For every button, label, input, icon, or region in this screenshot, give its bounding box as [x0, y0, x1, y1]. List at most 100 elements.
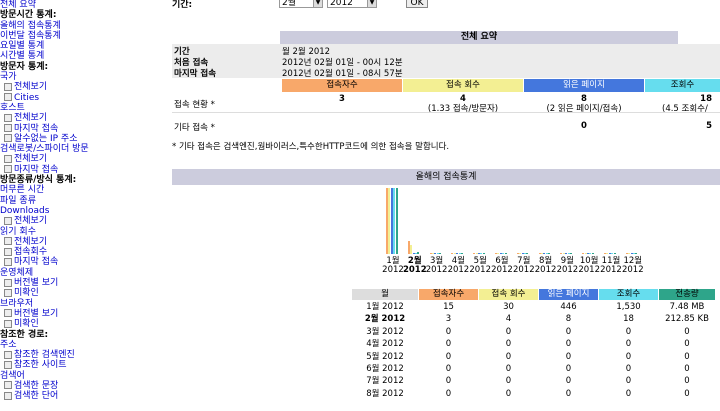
- page-icon: [4, 350, 12, 359]
- menu-item-label: 전체보기: [14, 236, 48, 247]
- table-cell: 18: [623, 314, 634, 325]
- menu-item-link[interactable]: 마지막 접속: [0, 124, 168, 134]
- menu-item-link[interactable]: 접속회수: [0, 247, 168, 257]
- menu-item-link[interactable]: 검색한 문장: [0, 381, 168, 391]
- menu-item-label: 검색한 문장: [14, 380, 59, 391]
- menu-item-label: 마지막 접속: [14, 123, 59, 134]
- menu-subheading: 검색로봇/스파이더 방문: [0, 144, 89, 155]
- menu-subheading: 브라우저: [0, 298, 34, 309]
- chevron-down-icon: ▼: [313, 0, 322, 7]
- month-label[interactable]: 12월 2012: [620, 257, 646, 275]
- menu-item-link[interactable]: 버전별 보기: [0, 309, 168, 319]
- menu-subheading: 호스트: [0, 102, 25, 113]
- month-year: 2012: [621, 265, 644, 275]
- yearly-title: 올해의 접속통계: [172, 169, 720, 185]
- table-cell: 0: [565, 339, 572, 350]
- table-cell: 0: [445, 339, 452, 350]
- menu-item-link[interactable]: 전체보기: [0, 82, 168, 92]
- menu-item-link[interactable]: 전체보기: [0, 216, 168, 226]
- page-icon: [4, 134, 12, 143]
- menu-link[interactable]: 전체 요약: [0, 0, 168, 10]
- page-icon: [4, 165, 12, 174]
- table-cell: 3: [445, 314, 452, 325]
- table-header-cell: 월: [352, 289, 418, 300]
- menu-item-link[interactable]: 전체보기: [0, 154, 168, 164]
- table-cell: 0: [505, 326, 512, 337]
- menu-item-link[interactable]: 미확인: [0, 288, 168, 298]
- year-select[interactable]: 2012 ▼: [327, 0, 377, 8]
- col-pages: 읽은 페이지: [524, 79, 644, 92]
- summary-footnote: * 기타 접속은 검색엔진,웜바이러스,특수한HTTP코드에 의한 접속을 말합…: [172, 142, 450, 152]
- table-cell: 0: [505, 351, 512, 362]
- page-icon: [4, 319, 12, 328]
- left-menu: 전체 요약 방문시간 통계: 올해의 접속통계 이번달 접속통계 요일별 통계 시간별 통…: [0, 0, 168, 411]
- page-icon: [4, 381, 12, 390]
- month-select[interactable]: 2월 ▼: [279, 0, 323, 8]
- menu-item-label: 버전별 보기: [14, 278, 59, 289]
- summary-last-row: 마지막 접속 2012년 02월 01일 - 08시 57분: [174, 69, 403, 79]
- table-cell: 0: [625, 388, 632, 399]
- page-icon: [4, 288, 12, 297]
- table-cell: 212.85 KB: [665, 314, 709, 325]
- bar-5-5: [482, 253, 485, 254]
- menu-link[interactable]: 시간별 통계: [0, 51, 168, 61]
- divider: [172, 112, 720, 113]
- col-visits: 접속 회수: [403, 79, 523, 92]
- table-cell: 5월 2012: [366, 351, 404, 362]
- menu-item-link[interactable]: 전체보기: [0, 113, 168, 123]
- page-icon: [4, 257, 12, 266]
- bar-3-5: [439, 253, 442, 254]
- table-cell: 6월 2012: [366, 364, 404, 374]
- menu-item-link[interactable]: 전체보기: [0, 237, 168, 247]
- bar-9-5: [570, 253, 572, 254]
- ok-button[interactable]: OK: [406, 0, 428, 8]
- menu-subheading: 국가: [0, 72, 17, 83]
- menu-subheading: Downloads: [0, 205, 50, 216]
- menu-item-label: Cities: [14, 92, 40, 103]
- table-cell: 0: [565, 326, 572, 337]
- chevron-down-icon: ▼: [367, 0, 376, 7]
- table-cell: 15: [443, 302, 454, 312]
- table-cell: 2월 2012: [364, 314, 406, 325]
- menu-link[interactable]: 올해의 접속통계: [0, 21, 168, 31]
- menu-item-label: 미확인: [14, 319, 39, 330]
- page-icon: [4, 237, 12, 246]
- menu-section-heading: 방문자 통계:: [0, 61, 49, 72]
- menu-item-label: 버전별 보기: [14, 308, 59, 319]
- menu-link[interactable]: 파일 종류: [0, 196, 168, 206]
- menu-item-link[interactable]: Cities: [0, 93, 168, 103]
- table-cell: 0: [684, 376, 690, 387]
- menu-item-link[interactable]: 참조한 검색엔진: [0, 350, 168, 360]
- table-cell: 0: [625, 364, 632, 374]
- table-cell: 0: [445, 351, 452, 362]
- table-cell: 7.48 MB: [669, 302, 705, 312]
- menu-item-link[interactable]: 참조한 사이트: [0, 360, 168, 370]
- bar-7-5: [526, 253, 529, 254]
- table-header-cell: 접속자수: [419, 289, 478, 300]
- menu-item-label: 검색한 단어: [14, 391, 59, 402]
- menu-link[interactable]: 머무른 시간: [0, 185, 168, 195]
- bar-6-5: [504, 253, 507, 254]
- menu-item-link[interactable]: 미확인: [0, 319, 168, 329]
- table-cell: 4: [505, 314, 512, 325]
- table-cell: 0: [625, 376, 632, 387]
- menu-subheading: 검색어: [0, 370, 25, 381]
- table-cell: 0: [625, 326, 632, 337]
- table-cell: 0: [565, 376, 572, 387]
- table-cell: 4월 2012: [366, 339, 404, 350]
- menu-item-label: 전체보기: [14, 82, 48, 93]
- menu-item-link[interactable]: 검색한 단어: [0, 391, 168, 401]
- bar-12-5: [635, 253, 638, 254]
- bar-2-5: [417, 252, 420, 254]
- menu-item-link[interactable]: 마지막 접속: [0, 257, 168, 267]
- table-cell: 0: [684, 364, 690, 374]
- menu-item-link[interactable]: 버전별 보기: [0, 278, 168, 288]
- table-cell: 0: [684, 339, 690, 350]
- menu-item-link[interactable]: 마지막 접속: [0, 165, 168, 175]
- menu-link[interactable]: 요일별 통계: [0, 41, 168, 51]
- menu-item-link[interactable]: 알수없는 IP 주소: [0, 134, 168, 144]
- table-cell: 0: [684, 388, 690, 399]
- table-cell: 0: [684, 326, 690, 337]
- menu-link[interactable]: 이번달 접속통계: [0, 31, 168, 41]
- menu-subheading: 읽기 회수: [0, 226, 36, 237]
